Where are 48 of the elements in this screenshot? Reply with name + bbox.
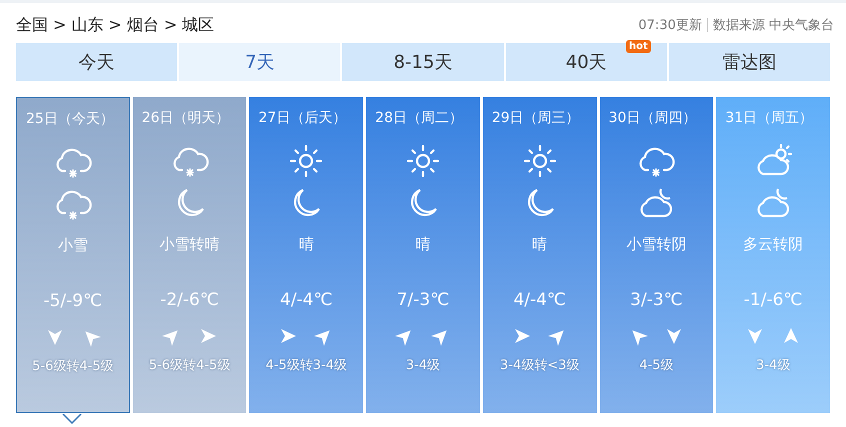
- weather-text: 晴: [298, 235, 314, 254]
- breadcrumb-link[interactable]: 城区: [182, 14, 214, 36]
- weather-text: 小雪: [58, 236, 88, 255]
- tab[interactable]: 雷达图: [668, 43, 830, 81]
- temperature: -2/-6℃: [160, 290, 219, 310]
- day-card[interactable]: 29日（周三） 晴 4/-4℃ 3-4级转<3级: [482, 97, 597, 413]
- day-card[interactable]: 28日（周二） 晴 7/-3℃ 3-4级: [366, 97, 480, 413]
- wind-level: 3-4级: [756, 357, 790, 374]
- wind-level: 4-5级转3-4级: [266, 357, 348, 374]
- tab[interactable]: 8-15天: [342, 43, 504, 81]
- day-date: 25日（今天）: [26, 110, 114, 128]
- day-date: 30日（周四）: [608, 109, 696, 127]
- wind-level: 3-4级: [406, 357, 440, 374]
- day-date: 28日（周二）: [375, 109, 463, 127]
- hot-badge: hot: [626, 40, 651, 53]
- wind-level: 5-6级转4-5级: [32, 358, 114, 375]
- breadcrumb-separator: >: [108, 14, 122, 36]
- wind-level: 4-5级: [639, 357, 674, 374]
- pointer-caret-icon: [62, 414, 82, 424]
- day-date: 31日（周五）: [725, 109, 814, 127]
- breadcrumb-link[interactable]: 全国: [16, 14, 48, 36]
- tab[interactable]: 7天: [179, 43, 340, 81]
- temperature: 7/-3℃: [396, 290, 450, 310]
- day-card[interactable]: 30日（周四） 小雪转阴 3/-3℃ 4-5级: [600, 97, 714, 413]
- tab[interactable]: 40天 hot: [506, 43, 667, 81]
- wind-level: 3-4级转<3级: [500, 357, 580, 374]
- wind-level: 5-6级转4-5级: [148, 357, 230, 374]
- weather-text: 多云转阴: [743, 235, 804, 254]
- weather-text: 晴: [416, 235, 431, 254]
- temperature: 4/-4℃: [513, 290, 566, 310]
- weather-text: 小雪转阴: [626, 235, 686, 254]
- day-date: 26日（明天）: [142, 109, 230, 127]
- weather-text: 晴: [532, 235, 548, 254]
- breadcrumb-link[interactable]: 山东: [71, 14, 104, 36]
- data-source: 数据来源 中央气象台: [712, 17, 834, 34]
- breadcrumb-separator: >: [53, 14, 66, 36]
- temperature: -5/-9℃: [43, 291, 102, 311]
- weather-text: 小雪转晴: [160, 235, 220, 254]
- tab[interactable]: 今天: [16, 43, 178, 81]
- day-card[interactable]: 27日（后天） 晴 4/-4℃ 4-5级转3-4级: [249, 97, 364, 413]
- temperature: -1/-6℃: [744, 290, 803, 310]
- day-date: 29日（周三）: [492, 109, 580, 127]
- temperature: 3/-3℃: [630, 290, 683, 310]
- update-time: 07:30更新: [638, 17, 702, 34]
- breadcrumb-separator: >: [164, 14, 178, 36]
- temperature: 4/-4℃: [280, 290, 333, 310]
- day-date: 27日（后天）: [258, 109, 346, 127]
- breadcrumb-link[interactable]: 烟台: [126, 14, 159, 36]
